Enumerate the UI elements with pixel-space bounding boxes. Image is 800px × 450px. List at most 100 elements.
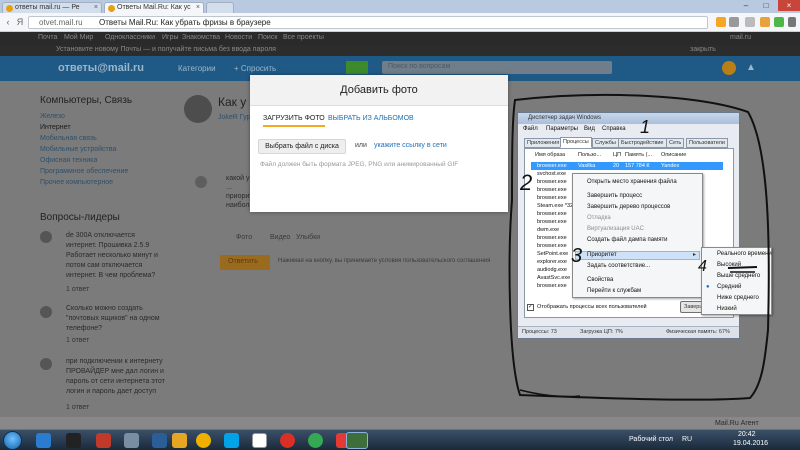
ie-icon[interactable] bbox=[36, 433, 51, 448]
leader-question[interactable]: Сколько можно создать "почтовых ящиков" … bbox=[66, 304, 166, 334]
start-button[interactable] bbox=[3, 431, 22, 450]
process-row[interactable]: browser.exe bbox=[537, 283, 567, 289]
process-row[interactable]: browser.exe bbox=[537, 243, 567, 249]
process-row[interactable]: SetPoint.exe bbox=[537, 251, 568, 257]
column-header[interactable]: Описание bbox=[661, 152, 686, 158]
url-field[interactable]: otvet.mail.ru Ответы Mail.Ru: Как убрать… bbox=[28, 16, 708, 29]
new-tab-button[interactable] bbox=[206, 2, 234, 13]
column-header[interactable]: Пользо... bbox=[578, 152, 601, 158]
tm-menu-item[interactable]: Справка bbox=[602, 126, 626, 132]
media-icon[interactable] bbox=[96, 433, 111, 448]
close-tab-icon[interactable]: × bbox=[94, 3, 98, 13]
maximize-icon[interactable]: □ bbox=[758, 0, 774, 11]
taskmgr-taskbar-icon[interactable] bbox=[346, 432, 368, 449]
category-link[interactable]: Мобильная связь bbox=[40, 133, 150, 144]
process-row[interactable]: browser.exe bbox=[537, 211, 567, 217]
minimize-icon[interactable]: – bbox=[738, 0, 754, 11]
priority-above-normal[interactable]: Выше среднего bbox=[717, 273, 760, 279]
browser-tab-2[interactable]: Ответы Mail.Ru: Как ус × bbox=[104, 2, 204, 13]
player-icon[interactable] bbox=[66, 433, 81, 448]
notif-close[interactable]: закрыть bbox=[690, 46, 716, 53]
clock-date[interactable]: 19.04.2016 bbox=[733, 440, 768, 447]
nav-item[interactable]: Поиск bbox=[258, 34, 277, 41]
leader-question[interactable]: de 300А отключается интернет. Прошивка 2… bbox=[66, 231, 166, 281]
ctx-affinity[interactable]: Задать соответствие... bbox=[587, 263, 650, 269]
nav-right[interactable]: mail.ru bbox=[730, 34, 751, 41]
mail-app-icon[interactable] bbox=[124, 433, 139, 448]
category-link[interactable]: Офисная техника bbox=[40, 155, 150, 166]
site-logo[interactable]: ответы@mail.ru bbox=[58, 62, 144, 74]
category-link[interactable]: Интернет bbox=[40, 122, 150, 133]
bookmark-icon[interactable] bbox=[716, 17, 726, 27]
ask-question-link[interactable]: + Спросить bbox=[234, 64, 276, 73]
tm-menu-item[interactable]: Вид bbox=[584, 126, 595, 132]
process-row[interactable]: explorer.exe bbox=[537, 259, 567, 265]
menu-icon[interactable] bbox=[788, 17, 796, 27]
video-attach[interactable]: Видео bbox=[270, 234, 290, 241]
nav-item[interactable]: Новости bbox=[225, 34, 252, 41]
process-row[interactable]: browser.exe bbox=[537, 195, 567, 201]
category-link[interactable]: Мобильные устройства bbox=[40, 144, 150, 155]
tm-tab-network[interactable]: Сеть bbox=[666, 138, 685, 148]
agent-label[interactable]: Mail.Ru Агент bbox=[715, 420, 759, 427]
ctx-end-tree[interactable]: Завершить дерево процессов bbox=[587, 204, 670, 210]
category-link[interactable]: Программное обеспечение bbox=[40, 166, 150, 177]
process-row[interactable]: Steam.exe *32 bbox=[537, 203, 573, 209]
bell-icon[interactable]: ▲ bbox=[746, 62, 756, 74]
tm-menu-item[interactable]: Файл bbox=[523, 126, 538, 132]
ctx-properties[interactable]: Свойства bbox=[587, 277, 613, 283]
browser-tab-1[interactable]: ответы mail.ru — Ре × bbox=[2, 2, 102, 13]
nav-item[interactable]: Все проекты bbox=[283, 34, 324, 41]
category-link[interactable]: Железо bbox=[40, 111, 150, 122]
nav-item[interactable]: Одноклассники bbox=[105, 34, 155, 41]
process-row[interactable]: browser.exe bbox=[537, 235, 567, 241]
nav-item[interactable]: Знакомства bbox=[182, 34, 220, 41]
ctx-priority[interactable]: Приоритет bbox=[587, 252, 617, 258]
tm-tab-applications[interactable]: Приложения bbox=[524, 138, 563, 148]
show-all-checkbox[interactable]: ✓ bbox=[527, 304, 534, 311]
lock-icon[interactable] bbox=[760, 17, 770, 27]
process-row[interactable]: dwm.exe bbox=[537, 227, 559, 233]
skype-icon[interactable] bbox=[224, 433, 239, 448]
ctx-dump[interactable]: Создать файл дампа памяти bbox=[587, 237, 668, 243]
ctx-open-location[interactable]: Открыть место хранения файла bbox=[587, 179, 677, 185]
ctx-go-to-services[interactable]: Перейти к службам bbox=[587, 288, 641, 294]
choose-file-button[interactable]: Выбрать файл с диска bbox=[258, 139, 346, 154]
priority-below-normal[interactable]: Ниже среднего bbox=[717, 295, 759, 301]
reply-button[interactable]: Ответить bbox=[220, 255, 270, 270]
explorer-icon[interactable] bbox=[172, 433, 187, 448]
close-tab-icon[interactable]: × bbox=[196, 3, 200, 13]
nav-item[interactable]: Почта bbox=[38, 34, 57, 41]
tm-tab-performance[interactable]: Быстродействие bbox=[618, 138, 667, 148]
nav-item[interactable]: Мой Мир bbox=[64, 34, 93, 41]
process-row[interactable]: AvastSvc.exe bbox=[537, 275, 570, 281]
photo-attach[interactable]: Фото bbox=[236, 234, 252, 241]
chrome-icon[interactable] bbox=[308, 433, 323, 448]
desktop-label[interactable]: Рабочий стол bbox=[629, 436, 673, 443]
process-row[interactable]: audiodg.exe bbox=[537, 267, 567, 273]
download-icon[interactable] bbox=[729, 17, 739, 27]
column-header[interactable]: Память (... bbox=[625, 152, 652, 158]
process-row[interactable]: browser.exe bbox=[537, 179, 567, 185]
column-header[interactable]: Имя образа bbox=[535, 152, 565, 158]
priority-normal[interactable]: Средний bbox=[717, 284, 741, 290]
ask-button[interactable] bbox=[346, 61, 368, 74]
leader-question[interactable]: при подключении к интернету ПРОВАЙДЕР мн… bbox=[66, 357, 166, 397]
app-icon[interactable] bbox=[196, 433, 211, 448]
smile-attach[interactable]: Улыбки bbox=[296, 234, 320, 241]
adblock-icon[interactable] bbox=[774, 17, 784, 27]
author-name[interactable]: JokeR Гуру bbox=[218, 114, 254, 121]
nav-item[interactable]: Игры bbox=[162, 34, 179, 41]
avatar[interactable] bbox=[722, 61, 736, 75]
tab-choose-from-albums[interactable]: ВЫБРАТЬ ИЗ АЛЬБОМОВ bbox=[328, 115, 414, 122]
priority-high[interactable]: Высокий bbox=[717, 262, 741, 268]
process-row[interactable]: svchost.exe bbox=[537, 171, 566, 177]
close-window-icon[interactable]: × bbox=[778, 0, 800, 11]
tm-menu-item[interactable]: Параметры bbox=[546, 126, 578, 132]
process-row[interactable]: browser.exe bbox=[537, 187, 567, 193]
search-input[interactable]: Поиск по вопросам bbox=[382, 61, 612, 74]
column-header[interactable]: ЦП bbox=[613, 152, 621, 158]
shell-icon[interactable] bbox=[252, 433, 267, 448]
tm-tab-services[interactable]: Службы bbox=[592, 138, 619, 148]
yandex-icon[interactable]: Я bbox=[15, 17, 25, 27]
